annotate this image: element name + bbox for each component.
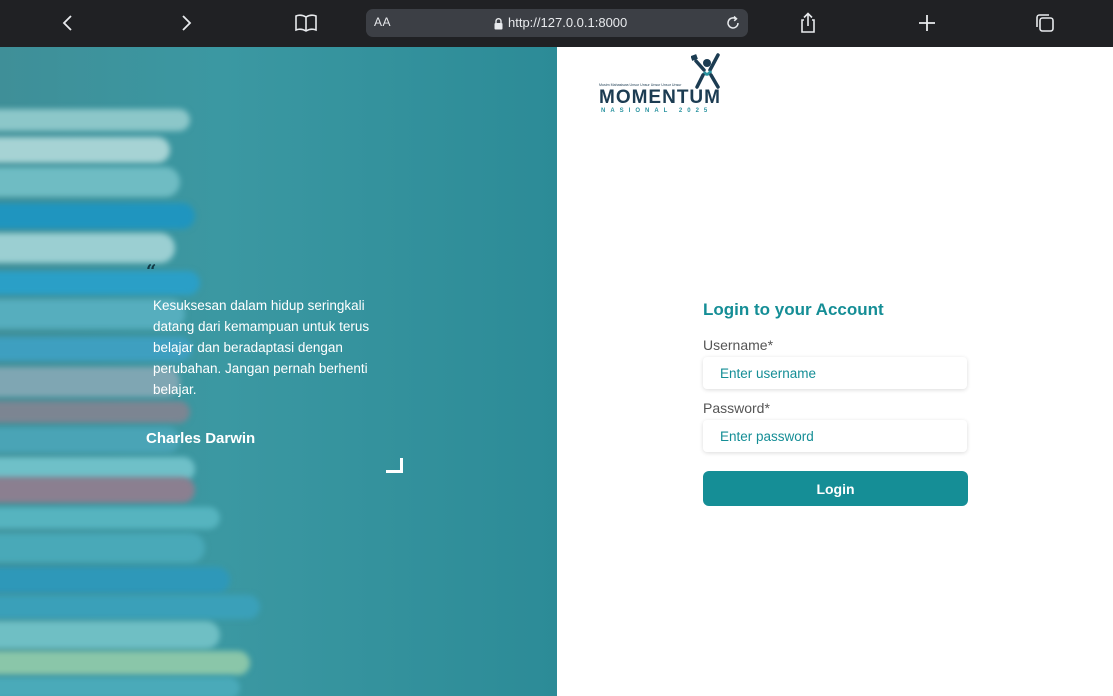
quote-mark: “ bbox=[146, 261, 157, 282]
quote-text: Kesuksesan dalam hidup seringkali datang… bbox=[153, 298, 370, 397]
new-tab-icon[interactable] bbox=[913, 9, 941, 37]
bookmarks-icon[interactable] bbox=[292, 9, 320, 37]
password-label: Password* bbox=[703, 400, 770, 416]
forward-icon[interactable] bbox=[172, 9, 200, 37]
book-graphic bbox=[0, 203, 195, 229]
login-button[interactable]: Login bbox=[703, 471, 968, 506]
book-graphic bbox=[0, 271, 200, 295]
login-panel: Musim Mahasiswa Unsur Unsur Unsur Unsur … bbox=[557, 47, 1113, 696]
lock-icon bbox=[494, 17, 503, 35]
reader-mode-button[interactable]: AA bbox=[374, 15, 391, 29]
book-graphic bbox=[0, 401, 190, 423]
logo-subtitle: NASIONAL 2025 bbox=[601, 108, 713, 114]
book-graphic bbox=[0, 109, 190, 131]
address-bar[interactable]: AA http://127.0.0.1:8000 bbox=[366, 9, 748, 37]
tabs-icon[interactable] bbox=[1031, 9, 1059, 37]
logo-figure-icon bbox=[691, 53, 720, 89]
book-graphic bbox=[0, 477, 195, 503]
book-graphic bbox=[0, 233, 175, 263]
book-graphic bbox=[0, 651, 250, 675]
book-graphic bbox=[0, 507, 220, 529]
book-graphic bbox=[0, 167, 180, 197]
username-label: Username* bbox=[703, 337, 774, 353]
book-graphic bbox=[0, 595, 260, 619]
book-graphic bbox=[0, 621, 220, 649]
url-text[interactable]: http://127.0.0.1:8000 bbox=[508, 15, 627, 30]
password-input[interactable] bbox=[703, 420, 967, 452]
momentum-logo: Musim Mahasiswa Unsur Unsur Unsur Unsur … bbox=[597, 53, 727, 114]
reload-icon[interactable] bbox=[724, 14, 742, 37]
logo-wordmark: MOMENTUM bbox=[599, 87, 721, 108]
back-icon[interactable] bbox=[54, 9, 82, 37]
hero-panel: “ Kesuksesan dalam hidup seringkali data… bbox=[0, 47, 557, 696]
username-input[interactable] bbox=[703, 357, 967, 389]
quote-author: Charles Darwin bbox=[146, 430, 256, 447]
book-graphic bbox=[0, 567, 230, 593]
corner-decoration bbox=[386, 458, 403, 473]
login-form: Login to your Account Username* Password… bbox=[703, 300, 969, 506]
share-icon[interactable] bbox=[794, 9, 822, 37]
book-graphic bbox=[0, 533, 205, 563]
book-graphic bbox=[0, 677, 240, 696]
form-title: Login to your Account bbox=[703, 300, 884, 319]
book-graphic bbox=[0, 137, 170, 163]
browser-toolbar: AA http://127.0.0.1:8000 bbox=[0, 0, 1113, 47]
